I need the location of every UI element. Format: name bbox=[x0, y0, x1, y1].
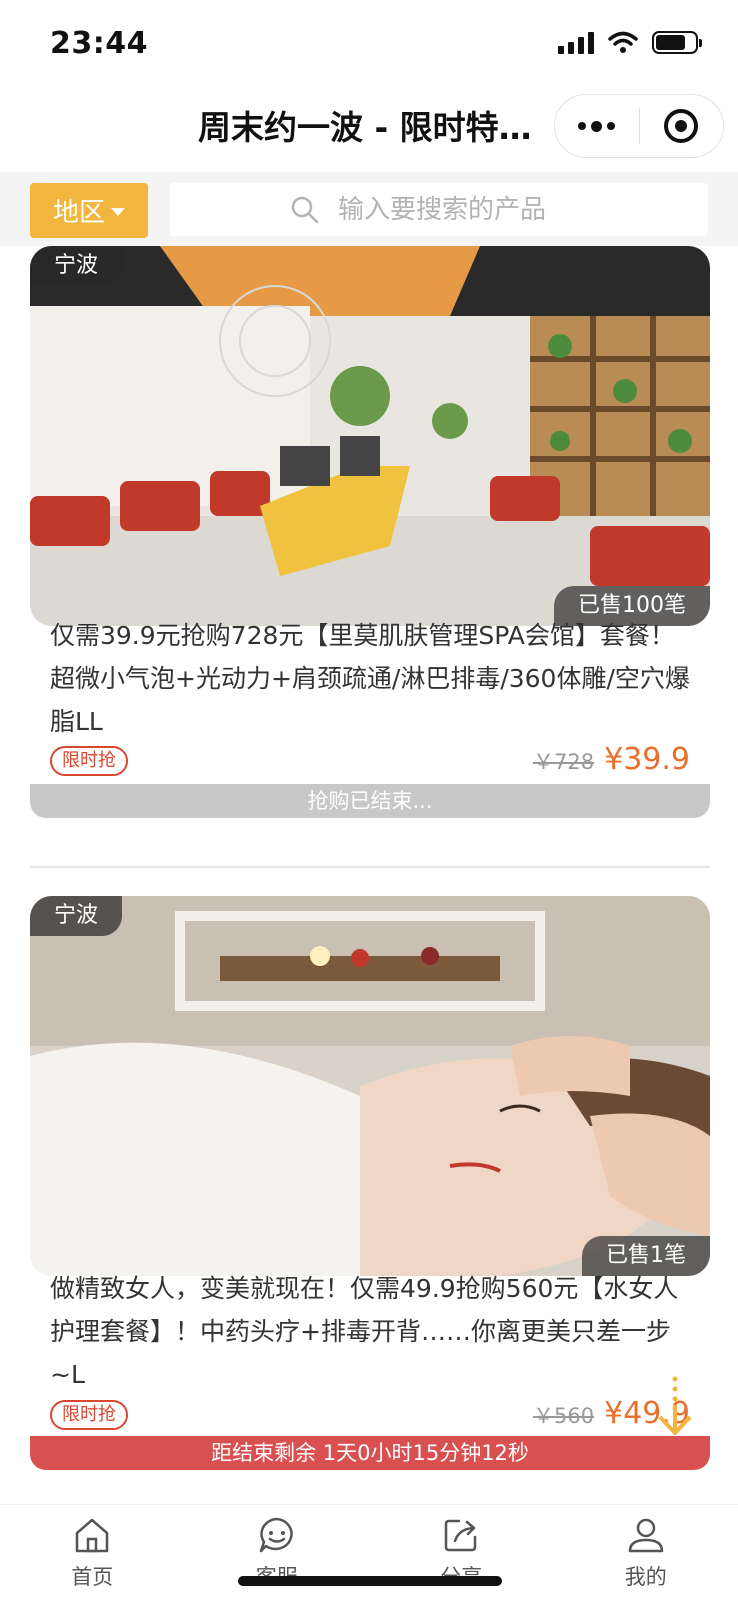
status-icons bbox=[558, 30, 702, 54]
search-input[interactable] bbox=[338, 194, 588, 225]
chat-icon bbox=[259, 1517, 293, 1553]
target-icon bbox=[664, 109, 699, 143]
product-description[interactable]: 仅需39.9元抢购728元【里莫肌肤管理SPA会馆】套餐！超微小气泡+光动力+肩… bbox=[50, 614, 690, 743]
wifi-icon bbox=[608, 31, 638, 53]
home-icon bbox=[76, 1518, 109, 1553]
page-title: 周末约一波 - 限时特… bbox=[198, 108, 532, 147]
sale-ended-bar[interactable]: 抢购已结束... bbox=[30, 784, 710, 818]
region-label: 地区 bbox=[52, 198, 105, 228]
tab-mine[interactable]: 我的 bbox=[554, 1505, 738, 1600]
tab-home[interactable]: 首页 bbox=[0, 1505, 185, 1600]
product-image-spa-lounge[interactable]: 宁波 已售100笔 bbox=[30, 246, 710, 626]
miniprogram-capsule bbox=[554, 94, 724, 158]
city-tag: 宁波 bbox=[30, 896, 123, 936]
caret-down-icon bbox=[111, 207, 125, 216]
status-time: 23:44 bbox=[50, 26, 148, 61]
product-description[interactable]: 做精致女人，变美就现在！仅需49.9抢购560元【水女人护理套餐】！中药头疗+排… bbox=[50, 1267, 690, 1396]
limited-time-tag: 限时抢 bbox=[50, 746, 128, 776]
search-box[interactable] bbox=[170, 183, 708, 236]
tab-label: 首页 bbox=[71, 1565, 114, 1589]
scroll-down-arrow-icon[interactable] bbox=[655, 1375, 695, 1439]
more-dots-icon bbox=[578, 120, 616, 132]
more-button[interactable] bbox=[555, 95, 639, 157]
close-miniprogram-button[interactable] bbox=[640, 95, 724, 157]
limited-time-tag: 限时抢 bbox=[50, 1400, 128, 1430]
navigation-bar: 周末约一波 - 限时特… bbox=[0, 90, 738, 172]
original-price: ￥728 bbox=[533, 750, 595, 774]
price-row: ￥728 ¥39.9 bbox=[533, 742, 690, 777]
user-icon bbox=[628, 1518, 663, 1553]
spa-lounge-photo bbox=[30, 246, 710, 626]
share-icon bbox=[445, 1519, 477, 1552]
cellular-signal-icon bbox=[558, 30, 594, 54]
product-card[interactable]: 宁波 已售1笔 做精致女人，变美就现在！仅需49.9抢购560元【水女人护理套餐… bbox=[30, 896, 710, 1490]
tab-label: 我的 bbox=[624, 1565, 667, 1589]
sale-price: ¥39.9 bbox=[604, 742, 690, 777]
region-dropdown-button[interactable]: 地区 bbox=[30, 183, 148, 238]
product-card[interactable]: 宁波 已售100笔 仅需39.9元抢购728元【里莫肌肤管理SPA会馆】套餐！超… bbox=[30, 246, 710, 836]
search-icon bbox=[291, 196, 319, 223]
city-tag: 宁波 bbox=[30, 246, 123, 286]
card-divider bbox=[30, 866, 710, 868]
facial-massage-photo bbox=[30, 896, 710, 1276]
filter-bar: 地区 bbox=[0, 172, 738, 246]
battery-icon bbox=[652, 30, 702, 54]
status-bar: 23:44 bbox=[0, 0, 738, 90]
countdown-bar[interactable]: 距结束剩余 1天0小时15分钟12秒 bbox=[30, 1436, 710, 1470]
original-price: ￥560 bbox=[533, 1404, 595, 1428]
product-image-facial-massage[interactable]: 宁波 已售1笔 bbox=[30, 896, 710, 1276]
home-indicator bbox=[238, 1576, 502, 1586]
